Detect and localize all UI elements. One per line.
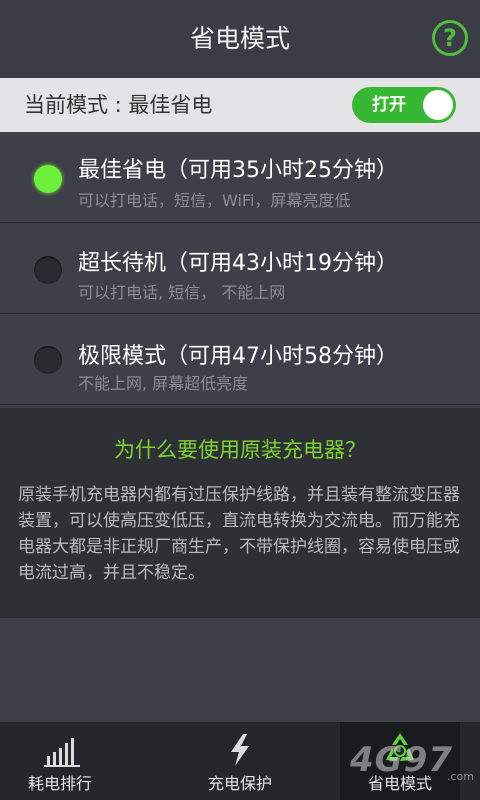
toggle-label: 打开 [372, 95, 406, 115]
option-best-saving[interactable]: 最佳省电（可用35小时25分钟） 可以打电话，短信，WiFi，屏幕亮度低 [0, 132, 480, 223]
option-title: 极限模式（可用47小时58分钟） [78, 344, 398, 369]
info-body: 原装手机充电器内都有过压保护线路，并且装有整流变压器装置，可以使高压变低压，直流… [18, 485, 460, 583]
info-panel: 为什么要使用原装充电器？ 原装手机充电器内都有过压保护线路，并且装有整流变压器装… [0, 408, 480, 618]
lightning-icon [231, 734, 249, 766]
watermark: 4G97 [350, 740, 453, 780]
current-mode-label: 当前模式 : 最佳省电 [24, 93, 213, 117]
power-save-toggle[interactable]: 打开 [352, 87, 456, 123]
nav-item-charge-protect[interactable]: 充电保护 [180, 722, 300, 800]
option-desc: 可以打电话, 短信， 不能上网 [78, 283, 286, 302]
option-title: 超长待机（可用43小时19分钟） [78, 251, 398, 276]
nav-label: 耗电排行 [27, 774, 92, 793]
bar-chart-icon [44, 738, 80, 767]
option-desc: 不能上网, 屏幕超低亮度 [78, 374, 249, 393]
radio-long-standby[interactable] [34, 256, 62, 284]
option-extreme-mode[interactable]: 极限模式（可用47小时58分钟） 不能上网, 屏幕超低亮度 [0, 314, 480, 405]
option-desc: 可以打电话，短信，WiFi，屏幕亮度低 [78, 191, 351, 210]
page-title: 省电模式 [189, 24, 290, 53]
radio-extreme-mode[interactable] [34, 346, 62, 374]
option-title: 最佳省电（可用35小时25分钟） [78, 158, 398, 183]
radio-best-saving[interactable] [34, 165, 62, 193]
header: 省电模式 ? [0, 0, 480, 78]
nav-label: 充电保护 [207, 774, 272, 793]
nav-item-power-ranking[interactable]: 耗电排行 [0, 722, 120, 800]
toggle-knob [423, 90, 453, 120]
help-icon[interactable]: ? [432, 20, 468, 56]
info-title: 为什么要使用原装充电器？ [114, 438, 366, 462]
watermark-suffix: .com [447, 770, 474, 783]
option-long-standby[interactable]: 超长待机（可用43小时19分钟） 可以打电话, 短信， 不能上网 [0, 223, 480, 314]
